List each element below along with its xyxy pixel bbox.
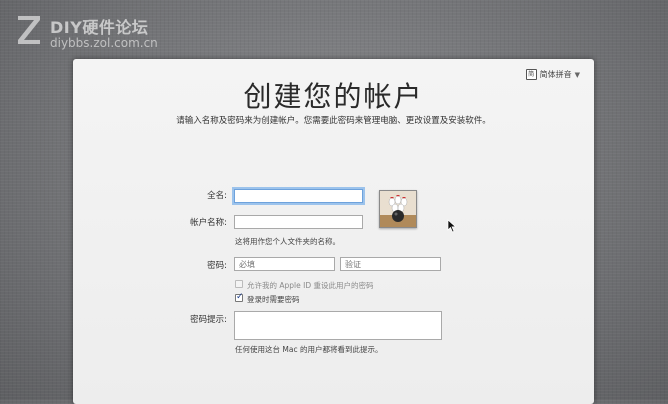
verify-password-field[interactable] [340,257,441,271]
require-password-checkbox[interactable] [235,292,244,302]
account-name-label: 帐户名称: [190,218,227,228]
password-field[interactable] [234,257,335,271]
page-title: 创建您的帐户 [243,80,424,113]
account-name-note: 这将用作您个人文件夹的名称。 [235,237,340,246]
watermark-brand: DIY硬件论坛 [50,18,149,37]
password-hint-field[interactable] [234,311,442,340]
watermark-url: diybbs.zol.com.cn [50,36,158,50]
allow-apple-id-checkbox[interactable] [235,280,243,288]
password-label: 密码: [207,261,227,271]
zol-logo-icon [18,16,40,44]
create-account-panel: 简 简体拼音 ▼ 创建您的帐户 请输入名称及密码来为创建帐户。您需要此密码来管理… [73,59,594,404]
page-subtitle: 请输入名称及密码来为创建帐户。您需要此密码来管理电脑、更改设置及安装软件。 [176,116,491,126]
require-password-label: 登录时需要密码 [247,295,300,304]
full-name-label: 全名: [207,191,227,201]
password-hint-note: 任何使用这台 Mac 的用户都将看到此提示。 [235,345,383,354]
password-hint-label: 密码提示: [190,315,227,325]
watermark: DIY硬件论坛 diybbs.zol.com.cn [8,6,208,52]
mouse-pointer-icon [447,219,457,233]
account-name-field[interactable] [234,215,363,229]
full-name-field[interactable] [234,189,363,203]
bowling-icon [380,191,416,227]
user-picture-button[interactable] [379,190,417,228]
allow-apple-id-label: 允许我的 Apple ID 重设此用户的密码 [247,281,374,290]
